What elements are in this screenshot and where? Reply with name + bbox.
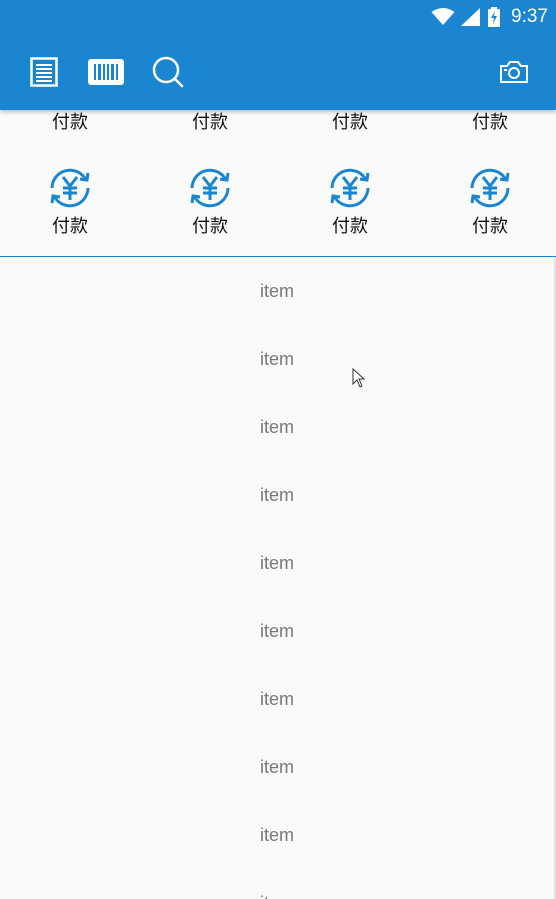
payment-label: 付款 [52,216,88,237]
list-item[interactable]: item [0,257,554,325]
signal-icon [461,8,481,26]
list-item[interactable]: item [0,801,554,869]
list-item-label: item [259,484,294,505]
list-item[interactable]: item [0,461,554,529]
payment-label: 付款 [332,112,368,133]
search-button[interactable] [148,52,188,92]
list-item-label: item [259,552,294,573]
barcode-icon [88,59,124,85]
list-item-label: item [259,688,294,709]
search-icon [152,56,184,88]
battery-charging-icon [488,7,501,27]
yuan-refresh-icon [470,168,510,208]
list-item[interactable]: item [0,665,554,733]
list-item-label: item [259,280,294,301]
payment-cell[interactable]: 付款 [310,160,390,238]
list-item-label: item [259,416,294,437]
payment-cell-top[interactable]: 付款 [170,112,250,134]
list-item-label: item [259,824,294,845]
payment-label: 付款 [52,112,88,133]
document-list-icon [30,57,58,87]
barcode-button[interactable] [86,52,126,92]
payment-label: 付款 [192,216,228,237]
status-bar: 9:37 [0,0,556,34]
list-item-label: item [259,620,294,641]
wifi-icon [431,8,455,25]
payment-label: 付款 [192,112,228,133]
payment-label: 付款 [332,216,368,237]
payment-label: 付款 [472,112,508,133]
item-list[interactable]: item item item item item item item item … [0,257,554,899]
list-item[interactable]: item [0,325,554,393]
list-item-label: item [259,756,294,777]
camera-icon [500,61,528,83]
app-toolbar [0,34,556,110]
yuan-refresh-icon [50,168,90,208]
list-item[interactable]: item [0,393,554,461]
payment-cell[interactable]: 付款 [30,160,110,238]
yuan-refresh-icon [190,168,230,208]
list-item[interactable]: item [0,597,554,665]
payment-grid: 付款 付款 付款 付款 付款 付款 付款 付款 [0,110,556,256]
list-item[interactable]: item [0,733,554,801]
payment-cell-top[interactable]: 付款 [30,112,110,134]
document-list-button[interactable] [24,52,64,92]
payment-cell-top[interactable]: 付款 [450,112,530,134]
payment-cell[interactable]: 付款 [170,160,250,238]
clock: 9:37 [511,6,548,27]
status-icons: 9:37 [431,6,548,28]
payment-cell-top[interactable]: 付款 [310,112,390,134]
camera-button[interactable] [494,52,534,92]
payment-label: 付款 [472,216,508,237]
list-item[interactable]: item [0,869,554,899]
payment-cell[interactable]: 付款 [450,160,530,238]
list-item-label: item [260,893,294,899]
list-item-label: item [259,348,294,369]
list-item[interactable]: item [0,529,554,597]
mouse-cursor-icon [352,368,366,388]
yuan-refresh-icon [330,168,370,208]
